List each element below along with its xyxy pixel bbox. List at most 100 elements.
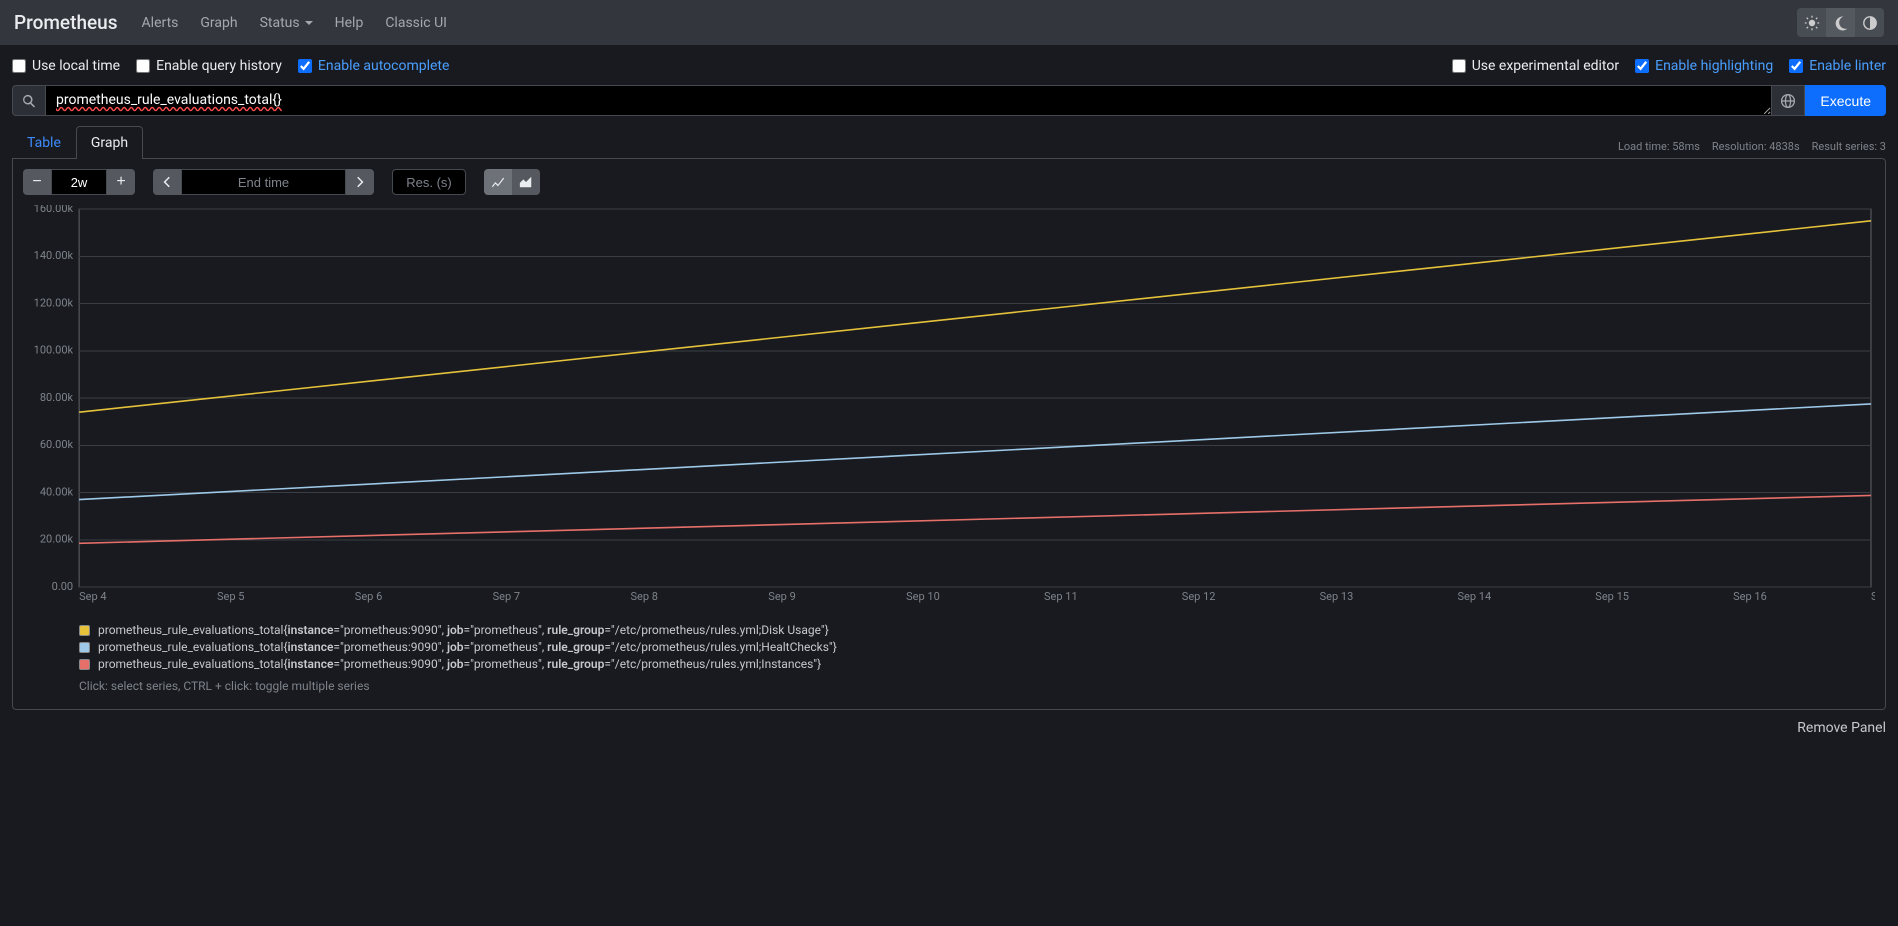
opt-autocomplete[interactable]: Enable autocomplete — [298, 58, 450, 74]
query-input[interactable]: prometheus_rule_evaluations_total{} — [46, 85, 1771, 116]
opt-local-time-checkbox[interactable] — [12, 59, 26, 73]
opt-autocomplete-label: Enable autocomplete — [318, 58, 450, 74]
svg-text:40.00k: 40.00k — [40, 486, 74, 499]
theme-dark-button[interactable] — [1826, 8, 1855, 37]
search-icon — [22, 94, 36, 108]
legend-row[interactable]: prometheus_rule_evaluations_total{instan… — [79, 657, 1875, 671]
legend-text: prometheus_rule_evaluations_total{instan… — [98, 657, 821, 671]
svg-text:Sep 17: Sep 17 — [1871, 590, 1875, 603]
navbar: Prometheus Alerts Graph Status Help Clas… — [0, 0, 1898, 45]
svg-text:Sep 16: Sep 16 — [1733, 590, 1767, 603]
nav-help[interactable]: Help — [327, 9, 372, 37]
range-input[interactable] — [51, 169, 107, 195]
range-increase-button[interactable]: + — [107, 169, 135, 195]
svg-text:Sep 8: Sep 8 — [630, 590, 657, 603]
chevron-right-icon — [353, 175, 367, 189]
legend-text: prometheus_rule_evaluations_total{instan… — [98, 640, 837, 654]
nav-status-label: Status — [260, 15, 300, 31]
chart-container: 0.0020.00k40.00k60.00k80.00k100.00k120.0… — [23, 205, 1875, 605]
opt-experimental[interactable]: Use experimental editor — [1452, 58, 1619, 74]
svg-text:Sep 4: Sep 4 — [79, 590, 106, 603]
opt-linter-label: Enable linter — [1809, 58, 1886, 74]
endtime-next-button[interactable] — [346, 169, 374, 195]
panel-body: − + 0.00 20.00k 40.00k 60.00k 80.00k 100.00k 1… — [12, 158, 1886, 710]
opt-query-history-label: Enable query history — [156, 58, 282, 74]
legend-text: prometheus_rule_evaluations_total{instan… — [98, 623, 829, 637]
remove-panel-link[interactable]: Remove Panel — [0, 710, 1898, 736]
panel-top: Table Graph Load time: 58ms Resolution: … — [0, 126, 1898, 159]
svg-text:80.00k: 80.00k — [40, 391, 74, 404]
opt-linter[interactable]: Enable linter — [1789, 58, 1886, 74]
endtime-prev-button[interactable] — [153, 169, 181, 195]
legend-row[interactable]: prometheus_rule_evaluations_total{instan… — [79, 623, 1875, 637]
endtime-group — [153, 169, 374, 195]
nav-classic[interactable]: Classic UI — [377, 9, 455, 37]
tab-graph[interactable]: Graph — [76, 126, 143, 159]
caret-icon — [305, 21, 313, 25]
opt-query-history[interactable]: Enable query history — [136, 58, 282, 74]
globe-icon — [1780, 93, 1796, 109]
svg-text:100.00k: 100.00k — [34, 344, 74, 357]
opt-experimental-checkbox[interactable] — [1452, 59, 1466, 73]
status-resolution: Resolution: 4838s — [1712, 140, 1800, 153]
svg-text:20.00k: 20.00k — [40, 533, 74, 546]
line-chart-button[interactable] — [484, 169, 512, 195]
opt-highlighting-label: Enable highlighting — [1655, 58, 1773, 74]
svg-text:Sep 10: Sep 10 — [906, 590, 940, 603]
opt-experimental-label: Use experimental editor — [1472, 58, 1619, 74]
opt-autocomplete-checkbox[interactable] — [298, 59, 312, 73]
svg-text:Sep 12: Sep 12 — [1182, 590, 1216, 603]
svg-text:Sep 7: Sep 7 — [493, 590, 520, 603]
tab-table[interactable]: Table — [12, 126, 76, 159]
chart-mode-group — [484, 169, 540, 195]
stacked-chart-button[interactable] — [512, 169, 540, 195]
options-right: Use experimental editor Enable highlight… — [1452, 58, 1886, 74]
svg-text:Sep 11: Sep 11 — [1044, 590, 1078, 603]
query-status: Load time: 58ms Resolution: 4838s Result… — [1618, 140, 1886, 159]
opt-highlighting[interactable]: Enable highlighting — [1635, 58, 1773, 74]
theme-switcher — [1797, 8, 1884, 37]
opt-local-time-label: Use local time — [32, 58, 120, 74]
brand[interactable]: Prometheus — [14, 11, 118, 34]
query-search-icon-addon[interactable] — [12, 85, 46, 116]
status-load-time: Load time: 58ms — [1618, 140, 1700, 153]
nav-status[interactable]: Status — [252, 9, 321, 37]
svg-text:140.00k: 140.00k — [34, 249, 74, 262]
opt-highlighting-checkbox[interactable] — [1635, 59, 1649, 73]
svg-text:Sep 5: Sep 5 — [217, 590, 244, 603]
svg-text:60.00k: 60.00k — [40, 438, 74, 451]
navbar-left: Prometheus Alerts Graph Status Help Clas… — [14, 9, 455, 37]
nav-alerts[interactable]: Alerts — [134, 9, 187, 37]
legend: prometheus_rule_evaluations_total{instan… — [79, 623, 1875, 693]
options-left: Use local time Enable query history Enab… — [12, 58, 449, 74]
nav-graph[interactable]: Graph — [192, 9, 245, 37]
moon-icon — [1833, 15, 1849, 31]
execute-button[interactable]: Execute — [1805, 85, 1886, 116]
legend-row[interactable]: prometheus_rule_evaluations_total{instan… — [79, 640, 1875, 654]
theme-light-button[interactable] — [1797, 8, 1826, 37]
status-series: Result series: 3 — [1812, 140, 1886, 153]
resolution-input[interactable] — [392, 169, 466, 195]
endtime-input[interactable] — [181, 169, 346, 195]
opt-linter-checkbox[interactable] — [1789, 59, 1803, 73]
svg-text:160.00k: 160.00k — [34, 205, 74, 215]
svg-text:Sep 13: Sep 13 — [1320, 590, 1354, 603]
opt-query-history-checkbox[interactable] — [136, 59, 150, 73]
options-row: Use local time Enable query history Enab… — [0, 45, 1898, 85]
chevron-left-icon — [160, 175, 174, 189]
legend-hint: Click: select series, CTRL + click: togg… — [79, 679, 1875, 693]
contrast-icon — [1862, 15, 1878, 31]
area-chart-icon — [519, 175, 533, 189]
sun-icon — [1804, 15, 1820, 31]
svg-text:Sep 9: Sep 9 — [768, 590, 795, 603]
opt-local-time[interactable]: Use local time — [12, 58, 120, 74]
range-group: − + — [23, 169, 135, 195]
svg-text:0.00: 0.00 — [52, 580, 73, 593]
range-decrease-button[interactable]: − — [23, 169, 51, 195]
chart[interactable]: 0.0020.00k40.00k60.00k80.00k100.00k120.0… — [23, 205, 1875, 605]
legend-swatch — [79, 642, 90, 653]
theme-auto-button[interactable] — [1855, 8, 1884, 37]
query-bar: prometheus_rule_evaluations_total{} Exec… — [0, 85, 1898, 126]
legend-swatch — [79, 659, 90, 670]
query-globe-button[interactable] — [1771, 85, 1805, 116]
